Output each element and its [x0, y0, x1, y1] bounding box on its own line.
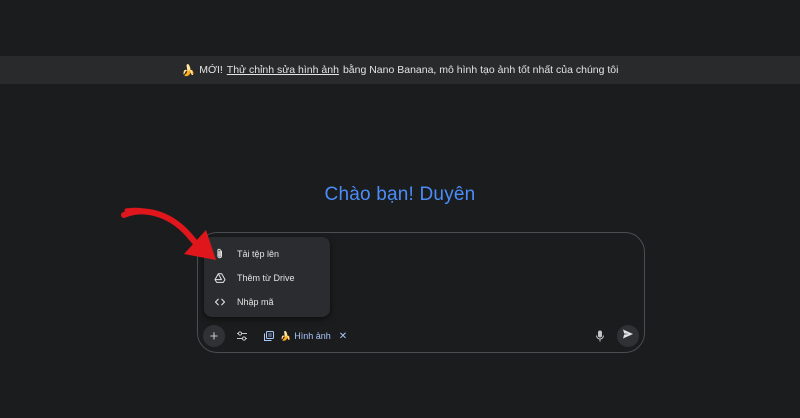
prompt-toolbar: + 🍌 Hình ảnh ✕	[203, 325, 641, 347]
menu-item-upload-file[interactable]: Tải tệp lên	[204, 242, 330, 266]
menu-item-add-from-drive[interactable]: Thêm từ Drive	[204, 266, 330, 290]
banana-icon: 🍌	[280, 330, 292, 341]
code-icon	[214, 296, 226, 308]
banner-text: bằng Nano Banana, mô hình tạo ảnh tốt nh…	[342, 64, 619, 76]
menu-item-label: Nhập mã	[237, 297, 274, 307]
tools-icon[interactable]	[235, 329, 249, 343]
drive-icon	[214, 272, 226, 284]
annotation-arrow-icon	[121, 207, 216, 260]
send-icon	[622, 327, 634, 345]
send-button[interactable]	[617, 325, 639, 347]
image-chip-label: Hình ảnh	[294, 331, 331, 341]
image-mode-chip[interactable]: 🍌 Hình ảnh ✕	[263, 327, 347, 345]
close-icon[interactable]: ✕	[339, 331, 347, 342]
greeting-title: Chào bạn! Duyên	[324, 184, 476, 205]
add-attachment-button[interactable]: +	[203, 325, 225, 347]
banner-new-label: MỚI!	[199, 64, 223, 76]
announcement-banner: 🍌 MỚI! Thử chỉnh sửa hình ảnh bằng Nano …	[0, 56, 800, 84]
menu-item-label: Tải tệp lên	[237, 249, 280, 259]
image-gallery-icon	[263, 330, 275, 342]
menu-item-label: Thêm từ Drive	[237, 273, 295, 283]
upload-menu: Tải tệp lên Thêm từ Drive Nhập mã	[204, 237, 330, 317]
menu-item-import-code[interactable]: Nhập mã	[204, 290, 330, 314]
microphone-icon[interactable]	[594, 329, 606, 343]
page: 🍌 MỚI! Thử chỉnh sửa hình ảnh bằng Nano …	[0, 0, 800, 418]
banana-icon: 🍌	[181, 64, 196, 77]
banner-image-edit-link[interactable]: Thử chỉnh sửa hình ảnh	[227, 64, 339, 76]
